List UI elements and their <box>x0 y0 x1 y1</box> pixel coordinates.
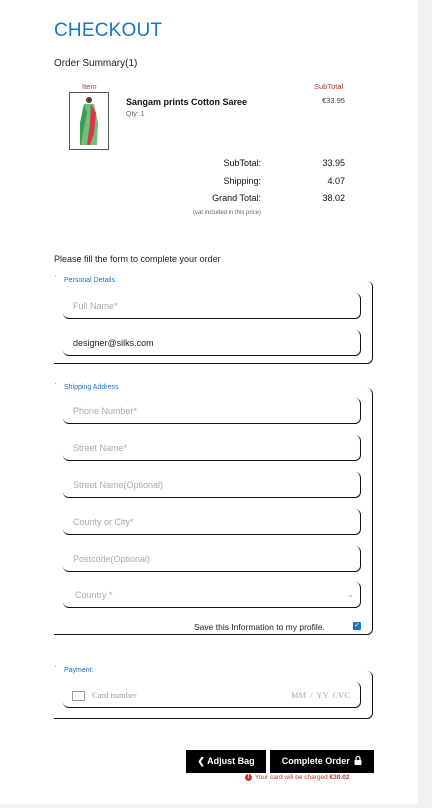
subtotal-column-header: SubTotal <box>314 82 344 91</box>
card-expiry-cvc-placeholder: MM / YY CVC <box>291 690 350 700</box>
product-price: €33.95 <box>322 96 345 105</box>
country-select[interactable]: Country * ⌄ <box>63 582 361 608</box>
street-input[interactable]: Street Name* <box>63 435 361 461</box>
county-input[interactable]: County or City* <box>63 509 361 535</box>
product-name[interactable]: Sangam prints Cotton Saree <box>126 97 247 107</box>
fieldset-corner: ˈ <box>54 276 57 283</box>
fieldset-corner: ˈ <box>54 383 57 390</box>
adjust-bag-button[interactable]: ❮ Adjust Bag <box>186 750 266 773</box>
order-summary-heading: Order Summary(1) <box>54 58 138 69</box>
item-column-header: Item <box>82 82 97 91</box>
subtotal-value: 33.95 <box>322 158 345 168</box>
chevron-left-icon: ❮ <box>197 756 205 766</box>
page-scrollbar[interactable] <box>418 0 432 808</box>
lock-icon <box>354 755 362 765</box>
postcode-input[interactable]: Postcode(Optional) <box>63 546 361 572</box>
personal-details-legend: Personal Details <box>64 277 115 284</box>
vat-note: (vat included in this price) <box>192 210 261 216</box>
complete-order-label: Complete Order <box>281 756 350 766</box>
email-input[interactable]: designer@silks.com <box>63 330 361 356</box>
card-input[interactable]: Card number MM / YY CVC <box>63 682 361 708</box>
charge-note-text: Your card will be charged <box>255 774 328 782</box>
shipping-address-legend: Shipping Address <box>64 384 119 391</box>
exclamation-circle-icon: ! <box>245 774 252 781</box>
fieldset-corner: ˈ <box>54 666 57 673</box>
adjust-bag-label: Adjust Bag <box>207 756 255 766</box>
checkout-page: CHECKOUT Order Summary(1) Item SubTotal … <box>0 0 419 804</box>
form-intro: Please fill the form to complete your or… <box>54 254 221 264</box>
subtotal-label: SubTotal: <box>223 158 261 168</box>
charge-note: ! Your card will be charged €38.02 <box>245 774 349 781</box>
grand-total-label: Grand Total: <box>212 193 261 203</box>
shipping-value: 4.07 <box>327 176 345 186</box>
shipping-label: Shipping: <box>223 176 261 186</box>
save-profile-checkbox[interactable]: ✓ <box>353 622 361 630</box>
page-title: CHECKOUT <box>54 20 163 41</box>
grand-total-value: 38.02 <box>322 193 345 203</box>
phone-input[interactable]: Phone Number* <box>63 398 361 424</box>
payment-legend: Payment: <box>64 667 94 674</box>
credit-card-icon <box>72 691 85 701</box>
complete-order-button[interactable]: Complete Order <box>270 750 374 773</box>
product-thumbnail[interactable] <box>69 92 109 150</box>
street-optional-input[interactable]: Street Name(Optional) <box>63 472 361 498</box>
country-select-value: Country * <box>75 590 113 600</box>
product-quantity: Qty: 1 <box>126 111 145 118</box>
checkmark-icon: ✓ <box>354 622 360 629</box>
chevron-down-icon: ⌄ <box>347 590 354 599</box>
card-number-placeholder: Card number <box>92 690 137 700</box>
charge-amount: €38.02 <box>329 774 350 782</box>
save-profile-label[interactable]: Save this Information to my profile. <box>194 622 325 632</box>
full-name-input[interactable]: Full Name* <box>63 293 361 319</box>
